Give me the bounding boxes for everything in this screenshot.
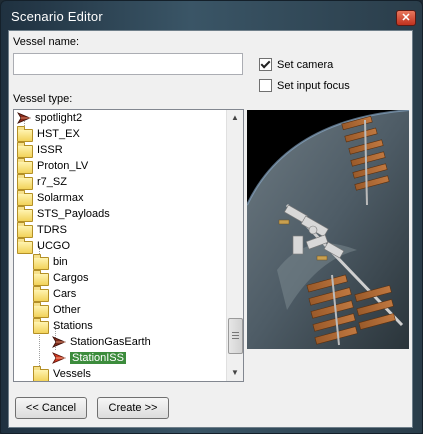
scroll-up-arrow-icon[interactable]: ▲ (227, 110, 243, 126)
set-input-focus-checkbox[interactable] (259, 79, 272, 92)
title-bar[interactable]: Scenario Editor ✕ (1, 1, 422, 29)
tree-item-label: Other (53, 304, 81, 316)
tree-item-sts-payloads[interactable]: STS_Payloads (17, 205, 110, 222)
ship-icon (52, 336, 66, 348)
iss-preview-graphic (247, 110, 409, 349)
close-button[interactable]: ✕ (396, 10, 416, 26)
tree-item-label: HST_EX (37, 128, 80, 140)
folder-icon (33, 269, 49, 286)
folder-icon (17, 157, 33, 174)
set-camera-checkbox-row[interactable]: Set camera (259, 58, 333, 71)
tree-item-label: STS_Payloads (37, 208, 110, 220)
tree-item-ucgo[interactable]: UCGO (17, 237, 70, 254)
tree-item-proton-lv[interactable]: Proton_LV (17, 157, 89, 174)
tree-item-spotlight2[interactable]: spotlight2 (17, 110, 82, 126)
tree-item-vessels[interactable]: Vessels (33, 365, 91, 381)
tree-item-label: r7_SZ (37, 176, 67, 188)
vessel-preview-image (247, 110, 409, 349)
ship-icon (17, 112, 31, 124)
grip-line (232, 338, 239, 339)
vessel-type-tree[interactable]: spotlight2 HST_EX ISSR Proton_LV r7_SZ S… (13, 109, 244, 382)
tree-item-cargos[interactable]: Cargos (33, 269, 89, 286)
tree-item-label: Vessels (53, 368, 91, 380)
tree-item-label: StationGasEarth (70, 336, 151, 348)
grip-line (232, 332, 239, 333)
folder-icon (33, 253, 49, 270)
tree-scrollbar[interactable]: ▲ ▼ (226, 110, 243, 381)
tree-item-label: Stations (53, 320, 93, 332)
tree-item-other[interactable]: Other (33, 301, 81, 318)
tree-item-issr[interactable]: ISSR (17, 141, 63, 158)
set-input-focus-label: Set input focus (277, 79, 350, 92)
folder-icon (17, 173, 33, 190)
tree-item-label: bin (53, 256, 68, 268)
folder-icon (17, 125, 33, 142)
scroll-thumb[interactable] (228, 318, 243, 354)
tree-item-stationgasearth[interactable]: StationGasEarth (52, 334, 151, 350)
tree-item-label: Cargos (53, 272, 89, 284)
vessel-type-label: Vessel type: (13, 93, 73, 105)
folder-icon (33, 301, 49, 318)
tree-item-hst-ex[interactable]: HST_EX (17, 125, 80, 142)
tree-item-tdrs[interactable]: TDRS (17, 221, 67, 238)
tree-item-stationiss[interactable]: StationISS (52, 350, 126, 366)
tree-item-r7-sz[interactable]: r7_SZ (17, 173, 67, 190)
tree-item-bin[interactable]: bin (33, 253, 68, 270)
vessel-name-input[interactable] (13, 53, 243, 75)
folder-icon (33, 365, 49, 381)
grip-line (232, 335, 239, 336)
tree-item-cars[interactable]: Cars (33, 285, 77, 302)
ship-icon (52, 352, 66, 364)
tree-item-label: TDRS (37, 224, 67, 236)
tree-item-label: Proton_LV (37, 160, 89, 172)
scenario-editor-window: Scenario Editor ✕ Vessel name: Set camer… (0, 0, 423, 434)
tree-item-solarmax[interactable]: Solarmax (17, 189, 84, 206)
folder-icon (33, 317, 49, 334)
cancel-button[interactable]: << Cancel (15, 397, 87, 419)
tree-item-label: Cars (53, 288, 77, 300)
set-camera-label: Set camera (277, 58, 334, 71)
folder-icon (33, 285, 49, 302)
tree-item-stations[interactable]: Stations (33, 317, 93, 334)
vessel-name-label: Vessel name: (13, 36, 80, 48)
set-camera-checkbox[interactable] (259, 58, 272, 71)
tree-item-label: UCGO (37, 240, 70, 252)
folder-icon (17, 141, 33, 158)
create-button[interactable]: Create >> (97, 397, 169, 419)
folder-icon (17, 189, 33, 206)
tree-item-label: Solarmax (37, 192, 84, 204)
tree-item-label: spotlight2 (35, 112, 83, 124)
tree-item-label-selected: StationISS (70, 352, 126, 364)
folder-icon (17, 237, 33, 254)
set-input-focus-checkbox-row[interactable]: Set input focus (259, 79, 350, 92)
dialog-body: Vessel name: Set camera Set input focus … (8, 30, 413, 428)
tree-item-label: ISSR (37, 144, 63, 156)
window-title: Scenario Editor (11, 9, 103, 24)
folder-icon (17, 205, 33, 222)
folder-icon (17, 221, 33, 238)
scroll-down-arrow-icon[interactable]: ▼ (227, 365, 243, 381)
